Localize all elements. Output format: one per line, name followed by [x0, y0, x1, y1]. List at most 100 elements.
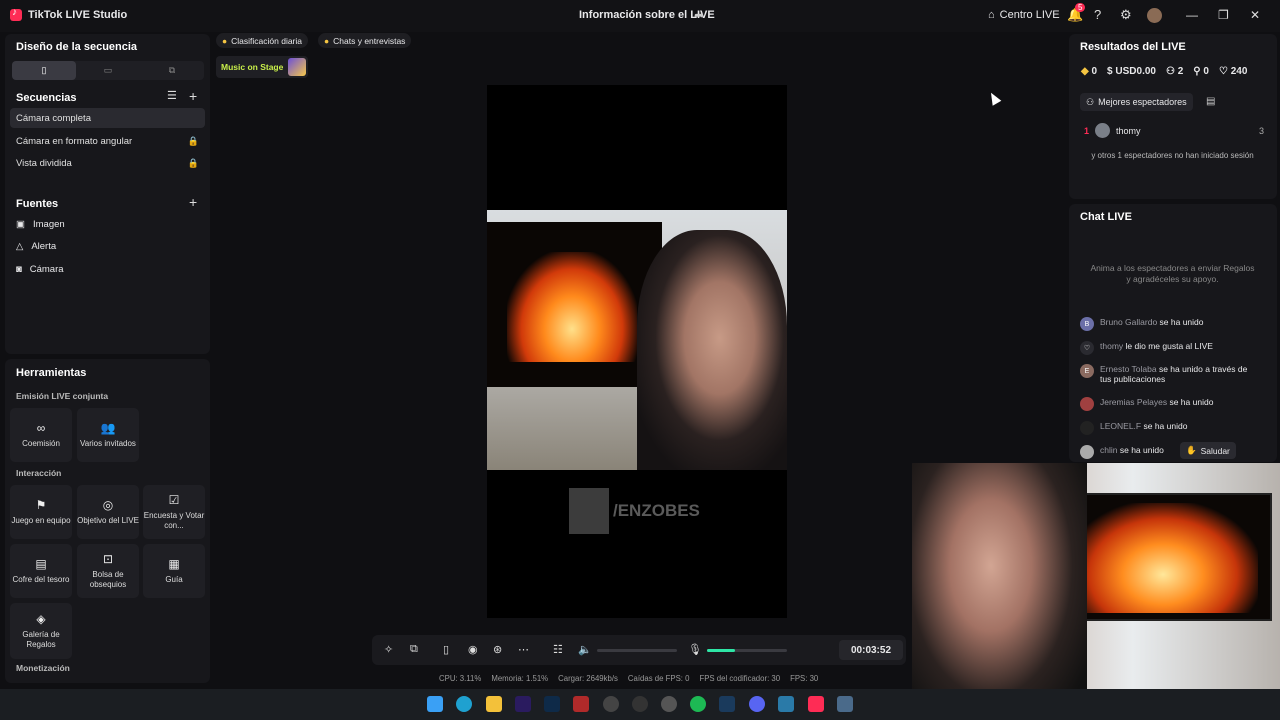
chats-chip[interactable]: ● Chats y entrevistas	[318, 33, 412, 48]
windows-start-icon[interactable]	[427, 696, 443, 712]
add-sequence-button[interactable]: +	[189, 88, 197, 104]
message-user[interactable]: Jeremias Pelayes	[1100, 397, 1167, 407]
sequence-item[interactable]: Cámara completa	[10, 108, 205, 128]
microphone-icon[interactable]: 🎙	[688, 643, 702, 656]
diamond-icon: ◆	[1081, 66, 1089, 77]
chat-hint: Anima a los espectadores a enviar Regalo…	[1090, 263, 1255, 284]
tool-label: Encuesta y Votar con...	[143, 511, 205, 530]
settings-sliders-icon[interactable]: ☷	[553, 643, 563, 656]
stream-preview[interactable]: /ENZOBES	[487, 85, 787, 618]
centro-live-button[interactable]: ⌂ Centro LIVE	[988, 9, 1060, 21]
gift-icon: ◈	[36, 612, 46, 626]
speaker-icon[interactable]: 🔈	[578, 643, 592, 656]
viewers-stat: ⚇ 2	[1166, 66, 1183, 77]
help-icon[interactable]: ?	[1094, 7, 1101, 22]
phone-icon[interactable]: ▯	[443, 643, 449, 656]
mic-slider[interactable]	[707, 649, 787, 652]
sequence-item[interactable]: Vista dividida 🔒	[10, 153, 205, 173]
saludar-button[interactable]: ✋ Saludar	[1180, 442, 1236, 459]
list-icon[interactable]: ☰	[167, 89, 177, 102]
message-user[interactable]: thomy	[1100, 341, 1123, 351]
obs-icon[interactable]	[661, 696, 677, 712]
followers-value: 0	[1203, 66, 1209, 77]
streamer-image	[912, 463, 1087, 720]
saludar-label: Saludar	[1200, 445, 1230, 456]
spotify-icon[interactable]	[690, 696, 706, 712]
gift-gallery-tool[interactable]: ◈ Galería de Regalos	[10, 603, 72, 659]
photoshop-icon[interactable]	[544, 696, 560, 712]
close-icon[interactable]: ✕	[1250, 8, 1260, 22]
bell-icon: △	[16, 241, 24, 252]
steam-icon[interactable]	[719, 696, 735, 712]
message-user[interactable]: chlin	[1100, 445, 1117, 455]
tool-label: Bolsa de obsequios	[89, 570, 127, 589]
gear-icon[interactable]: ⚙	[1120, 7, 1132, 23]
discord-icon[interactable]	[749, 696, 765, 712]
edge-icon[interactable]	[456, 696, 472, 712]
lock-icon: 🔒	[187, 157, 199, 168]
add-source-button[interactable]: +	[189, 194, 197, 210]
tiktok-icon[interactable]	[808, 696, 824, 712]
portrait-icon[interactable]: ▯	[12, 61, 76, 80]
source-item[interactable]: ▣ Imagen	[16, 219, 65, 230]
landscape-icon[interactable]: ▭	[76, 61, 140, 80]
folder-icon[interactable]	[486, 696, 502, 712]
guide-tool[interactable]: ▦ Guía	[143, 544, 205, 598]
volume-slider[interactable]	[597, 649, 677, 652]
team-game-tool[interactable]: ⚑ Juego en equipo	[10, 485, 72, 539]
music-on-stage-button[interactable]: Music on Stage	[216, 56, 308, 78]
source-item[interactable]: △ Alerta	[16, 241, 56, 252]
dual-icon[interactable]: ⧉	[140, 61, 204, 80]
record-icon[interactable]: ◉	[468, 643, 478, 656]
treasure-tool[interactable]: ▤ Cofre del tesoro	[10, 544, 72, 598]
layout-title: Diseño de la secuencia	[16, 41, 138, 53]
control-bar: ✧ ⧉ ▯ ◉ ⊛ ⋯ ☷ 🔈 🎙 00:03:52	[372, 635, 906, 665]
daily-ranking-chip[interactable]: ● Clasificación diaria	[216, 33, 309, 48]
app-icon[interactable]	[573, 696, 589, 712]
gift-list-icon[interactable]: ▤	[1206, 96, 1215, 107]
app-icon[interactable]	[603, 696, 619, 712]
chat-message: ♡ thomy le dio me gusta al LIVE	[1080, 341, 1260, 355]
steam-icon[interactable]	[632, 696, 648, 712]
image-icon: ▣	[16, 219, 25, 230]
live-goal-tool[interactable]: ◎ Objetivo del LIVE	[77, 485, 139, 539]
minimize-icon[interactable]: —	[1186, 8, 1198, 22]
multi-guest-tool[interactable]: 👥 Varios invitados	[77, 408, 139, 462]
encoder-fps-stat: FPS del codificador: 30	[699, 674, 781, 683]
gift-bag-tool[interactable]: ⊡ Bolsa de obsequios	[77, 544, 139, 598]
app-icon[interactable]	[778, 696, 794, 712]
avatar: E	[1080, 364, 1094, 378]
message-user[interactable]: Bruno Gallardo	[1100, 317, 1157, 327]
logo-icon	[569, 488, 609, 534]
viewer-count: 3	[1258, 125, 1264, 136]
maximize-icon[interactable]: ❐	[1218, 8, 1229, 22]
sequence-item[interactable]: Cámara en formato angular 🔒	[10, 131, 205, 151]
book-icon: ▦	[168, 557, 180, 571]
magic-wand-icon[interactable]: ✧	[384, 643, 393, 656]
poll-tool[interactable]: ☑ Encuesta y Votar con...	[143, 485, 205, 539]
screen-icon[interactable]: ⧉	[410, 643, 418, 656]
centro-live-label: Centro LIVE	[999, 9, 1060, 21]
camera-icon[interactable]	[837, 696, 853, 712]
people-icon: ⚇	[1165, 66, 1175, 77]
avatar[interactable]	[1147, 8, 1162, 23]
more-icon[interactable]: ⋯	[518, 643, 529, 656]
message-user[interactable]: Ernesto Tolaba	[1100, 364, 1157, 374]
avatar	[1080, 397, 1094, 411]
results-stats: ◆ 0 $ USD0.00 ⚇ 2 ⚲ 0 ♡ 240	[1081, 66, 1247, 77]
best-viewers-tab[interactable]: ⚇ Mejores espectadores	[1080, 93, 1193, 111]
chat-message: Jeremias Pelayes se ha unido	[1080, 397, 1260, 411]
music-label: Music on Stage	[221, 62, 284, 72]
tool-label: Varios invitados	[80, 439, 136, 448]
app-title: TikTok LIVE Studio	[10, 7, 127, 21]
message-user[interactable]: LEONEL.F	[1100, 421, 1141, 431]
source-item[interactable]: ◙ Cámara	[16, 264, 64, 275]
fps-stat: FPS: 30	[790, 674, 819, 683]
bag-icon: ⊡	[102, 552, 114, 566]
top-viewer-row[interactable]: 1 thomy 3	[1084, 123, 1264, 138]
camera-effects-icon[interactable]: ⊛	[493, 643, 502, 656]
share-icon[interactable]: ➦	[694, 8, 704, 22]
coemision-tool[interactable]: ∞ Coemisión	[10, 408, 72, 462]
orientation-selector: ▯ ▭ ⧉	[12, 61, 204, 80]
premiere-icon[interactable]	[515, 696, 531, 712]
